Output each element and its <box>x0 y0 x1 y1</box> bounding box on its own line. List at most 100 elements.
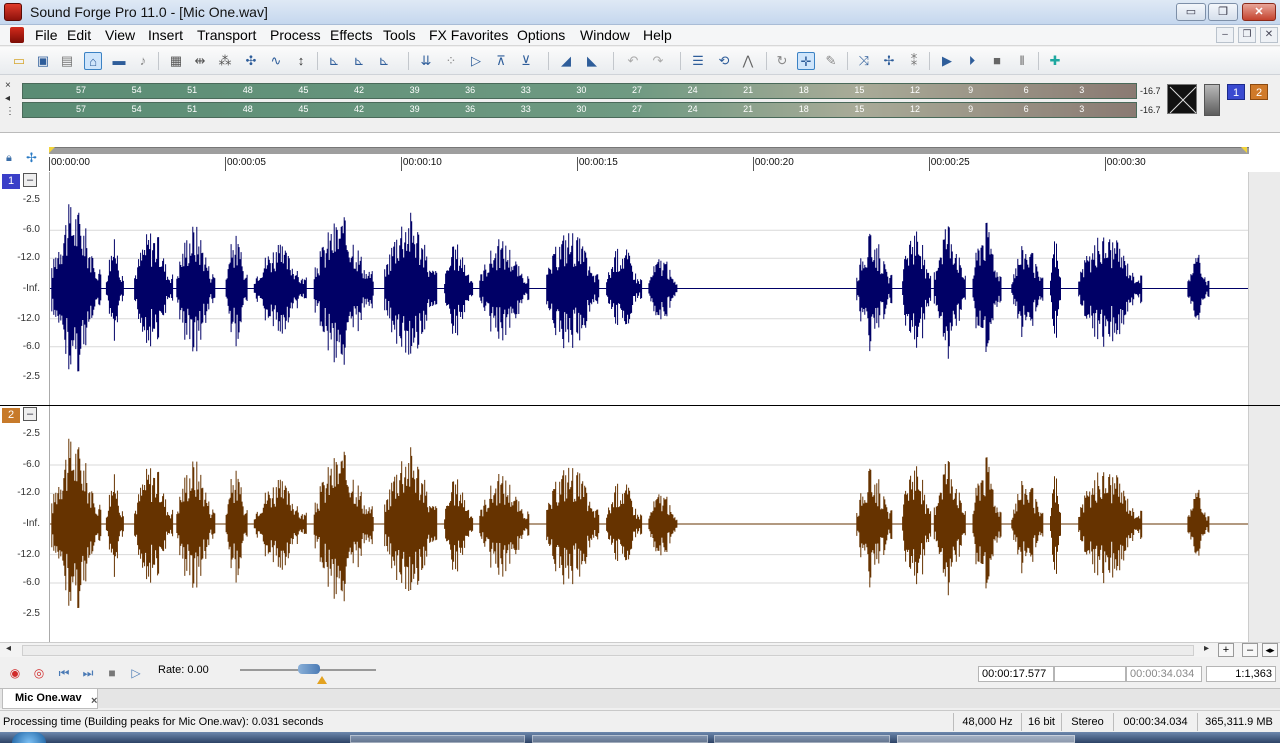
menu-process[interactable]: Process <box>270 27 321 43</box>
transport-stop-icon[interactable]: ■ <box>105 666 119 680</box>
open-folder-icon[interactable]: ▭ <box>10 52 28 70</box>
lock-icon[interactable]: 🔒︎ <box>6 152 18 164</box>
menu-view[interactable]: View <box>105 27 135 43</box>
tools-icon[interactable]: ✎ <box>822 52 840 70</box>
scroll-right-button[interactable]: ▸ <box>1204 643 1209 654</box>
tab-mic-one[interactable]: Mic One.wav × <box>2 689 98 709</box>
save-icon[interactable]: ▣ <box>34 52 52 70</box>
document-icon[interactable] <box>10 27 24 43</box>
menu-tools[interactable]: Tools <box>383 27 416 43</box>
zoom-ratio-field[interactable]: 1:1,363 <box>1206 666 1276 682</box>
taskbar-item-active[interactable] <box>897 735 1075 743</box>
scroll-thumb[interactable] <box>22 645 1194 656</box>
channel-1-collapse-button[interactable]: – <box>23 173 37 187</box>
menu-edit[interactable]: Edit <box>67 27 91 43</box>
taskbar-item[interactable] <box>714 735 890 743</box>
snap-time-icon[interactable]: ⊾ <box>325 52 343 70</box>
split-icon[interactable]: ✣ <box>242 52 260 70</box>
channel-2-badge[interactable]: 2 <box>2 408 20 423</box>
sound-forge-app-icon[interactable] <box>4 3 22 21</box>
selection-length-field[interactable] <box>1054 666 1126 682</box>
start-button[interactable] <box>12 732 46 743</box>
fade-out-icon[interactable]: ◣ <box>583 52 601 70</box>
envelope-icon[interactable]: ⋀ <box>739 52 757 70</box>
mdi-minimize-button[interactable]: – <box>1216 27 1234 43</box>
scroll-left-button[interactable]: ◂ <box>6 643 11 654</box>
go-to-start-icon[interactable]: ⏮ <box>57 666 71 680</box>
stop-icon[interactable]: ■ <box>988 52 1006 70</box>
taskbar-item[interactable] <box>532 735 708 743</box>
pause-icon[interactable]: ‖ <box>1013 52 1031 70</box>
regions-icon[interactable]: ⁘ <box>442 52 460 70</box>
vertical-zoom-icon[interactable]: ↕ <box>292 52 310 70</box>
normalize-icon[interactable]: ⊼ <box>492 52 510 70</box>
selection-end-marker[interactable] <box>1241 147 1247 153</box>
undo-icon[interactable]: ↶ <box>624 52 642 70</box>
crop-icon[interactable]: ▦ <box>167 52 185 70</box>
time-ruler[interactable]: 🔒︎ ✢ 00:00:00 00:00:05 00:00:10 00:00:15 00:… <box>0 132 1280 172</box>
zoom-out-button[interactable]: – <box>1242 643 1258 657</box>
split-tool-icon[interactable]: ✢ <box>880 52 898 70</box>
channel-1-badge[interactable]: 1 <box>2 174 20 189</box>
markers-icon[interactable]: ⇊ <box>417 52 435 70</box>
menu-insert[interactable]: Insert <box>148 27 183 43</box>
event-tool-icon[interactable]: ⤨ <box>855 52 873 70</box>
menu-transport[interactable]: Transport <box>197 27 256 43</box>
paste-icon[interactable]: ▤ <box>58 52 76 70</box>
play-icon[interactable]: ▶ <box>938 52 956 70</box>
meter-channel-1-button[interactable]: 1 <box>1227 84 1245 100</box>
snap-icon[interactable]: ✢ <box>26 150 42 166</box>
zoom-in-button[interactable]: + <box>1218 643 1234 657</box>
selection-start-marker[interactable] <box>49 147 55 153</box>
meter-channel-2-button[interactable]: 2 <box>1250 84 1268 100</box>
auto-scroll-icon[interactable]: ✛ <box>797 52 815 70</box>
channel-1-waveform[interactable] <box>49 172 1249 405</box>
plugin-chainer-icon[interactable]: ✚ <box>1046 52 1064 70</box>
minimize-button[interactable]: ▭ <box>1176 3 1206 21</box>
play-all-icon[interactable]: ⏵ <box>963 52 981 70</box>
meter-close-icon[interactable]: × <box>5 80 11 91</box>
mdi-close-button[interactable]: ✕ <box>1260 27 1278 43</box>
menu-file[interactable]: File <box>35 27 58 43</box>
record-arm-icon[interactable]: ◎ <box>32 666 46 680</box>
zoom-fit-icon[interactable]: ⊻ <box>517 52 535 70</box>
redo-icon[interactable]: ↷ <box>649 52 667 70</box>
mdi-restore-button[interactable]: ❐ <box>1238 27 1256 43</box>
transport-play-icon[interactable]: ▷ <box>129 666 143 680</box>
go-to-end-icon[interactable]: ⏭ <box>81 666 95 680</box>
overview-bar[interactable] <box>49 147 1249 154</box>
record-icon[interactable]: ◉ <box>8 666 22 680</box>
auto-snap-icon[interactable]: ⊾ <box>375 52 393 70</box>
refresh-icon[interactable]: ↻ <box>773 52 791 70</box>
menu-help[interactable]: Help <box>643 27 672 43</box>
loop-icon[interactable]: ⟲ <box>715 52 733 70</box>
cursor-position-field[interactable]: 00:00:17.577 <box>978 666 1054 682</box>
rate-slider-thumb[interactable] <box>298 664 320 674</box>
close-button[interactable]: ✕ <box>1242 3 1276 21</box>
mix-icon[interactable]: ⁂ <box>216 52 234 70</box>
menu-window[interactable]: Window <box>580 27 630 43</box>
trim-icon[interactable]: ⇹ <box>191 52 209 70</box>
snap-zero-icon[interactable]: ⊾ <box>350 52 368 70</box>
pencil-tool-icon[interactable]: ♪ <box>134 52 152 70</box>
noise-icon[interactable]: ⁑ <box>905 52 923 70</box>
magnify-tool-icon[interactable]: ▬ <box>110 52 128 70</box>
menu-fx-favorites[interactable]: FX Favorites <box>429 27 508 43</box>
horizontal-scrollbar[interactable]: ◂ ▸ + – ◂▸ <box>0 642 1280 657</box>
edit-tool-icon[interactable]: ⌂ <box>84 52 102 70</box>
play-marker-icon[interactable]: ▷ <box>467 52 485 70</box>
fade-in-icon[interactable]: ◢ <box>557 52 575 70</box>
meter-reset-box[interactable] <box>1167 84 1197 114</box>
meter-collapse-icon[interactable]: ◂ <box>5 93 10 104</box>
tab-close-icon[interactable]: × <box>91 692 97 710</box>
menu-effects[interactable]: Effects <box>330 27 373 43</box>
maximize-button[interactable]: ❐ <box>1208 3 1238 21</box>
channel-2-waveform[interactable] <box>49 406 1249 642</box>
zoom-fit-button[interactable]: ◂▸ <box>1262 643 1278 657</box>
channel-2-collapse-button[interactable]: – <box>23 407 37 421</box>
meter-grip-icon[interactable]: ⋮ <box>5 106 15 117</box>
menu-options[interactable]: Options <box>517 27 565 43</box>
waveform-icon[interactable]: ∿ <box>267 52 285 70</box>
taskbar-item[interactable] <box>350 735 525 743</box>
properties-icon[interactable]: ☰ <box>689 52 707 70</box>
